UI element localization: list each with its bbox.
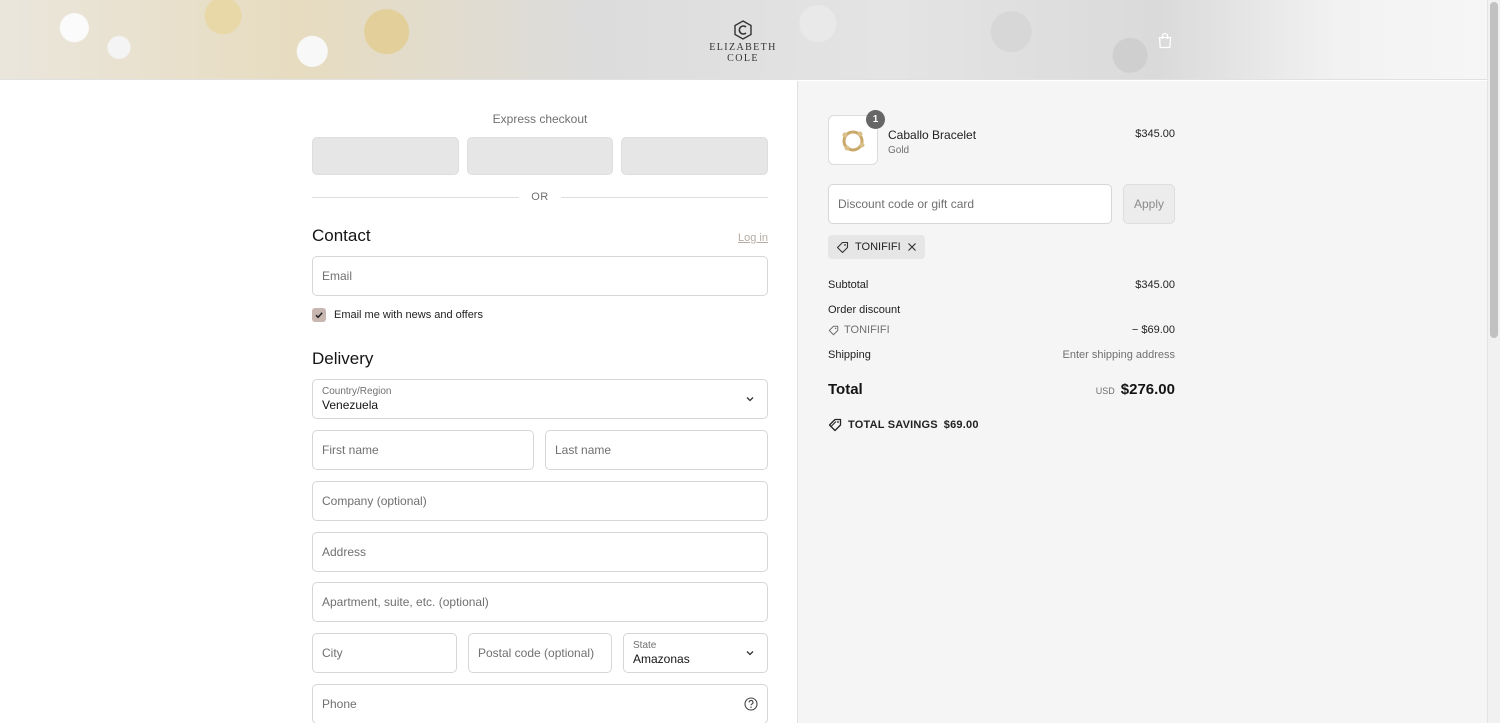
shopping-bag-icon[interactable] bbox=[1157, 32, 1173, 49]
product-name: Caballo Bracelet bbox=[888, 128, 977, 142]
total-savings: TOTAL SAVINGS $69.00 bbox=[828, 418, 979, 432]
discount-placeholder: Discount code or gift card bbox=[838, 197, 975, 211]
header-banner: ELIZABETH COLE bbox=[0, 0, 1487, 80]
brand-name: ELIZABETH COLE bbox=[709, 42, 777, 64]
postal-code-placeholder: Postal code (optional) bbox=[478, 646, 595, 660]
savings-label: TOTAL SAVINGS bbox=[848, 419, 938, 431]
discount-code-label: TONIFIFI bbox=[844, 324, 890, 336]
product-price: $345.00 bbox=[1135, 128, 1175, 140]
applied-code: TONIFIFI bbox=[855, 241, 901, 253]
shipping-label: Shipping bbox=[828, 349, 871, 361]
phone-field[interactable]: Phone bbox=[312, 684, 768, 723]
email-field[interactable]: Email bbox=[312, 256, 768, 296]
state-label: State bbox=[633, 639, 657, 651]
login-link[interactable]: Log in bbox=[738, 232, 768, 244]
apartment-placeholder: Apartment, suite, etc. (optional) bbox=[322, 595, 489, 609]
subtotal-label: Subtotal bbox=[828, 279, 869, 291]
product-variant: Gold bbox=[888, 145, 910, 156]
total-label: Total bbox=[828, 381, 863, 398]
applied-discount-chip: TONIFIFI bbox=[828, 235, 925, 259]
company-field[interactable]: Company (optional) bbox=[312, 481, 768, 521]
apartment-field[interactable]: Apartment, suite, etc. (optional) bbox=[312, 582, 768, 622]
first-name-placeholder: First name bbox=[322, 443, 379, 457]
address-placeholder: Address bbox=[322, 545, 367, 559]
brand-logo[interactable]: ELIZABETH COLE bbox=[700, 20, 786, 64]
close-icon[interactable] bbox=[907, 242, 917, 252]
country-value: Venezuela bbox=[322, 397, 379, 412]
discount-value: − $69.00 bbox=[1131, 324, 1175, 336]
newsletter-option[interactable]: Email me with news and offers bbox=[312, 308, 483, 322]
city-field[interactable]: City bbox=[312, 633, 457, 673]
country-label: Country/Region bbox=[322, 385, 392, 397]
shipping-row: Shipping Enter shipping address bbox=[828, 349, 1175, 361]
contact-title: Contact bbox=[312, 226, 371, 245]
country-select[interactable]: Country/Region Venezuela bbox=[312, 379, 768, 419]
last-name-field[interactable]: Last name bbox=[545, 430, 768, 470]
express-checkout-title: Express checkout bbox=[492, 112, 588, 126]
total-amount: $276.00 bbox=[1120, 381, 1175, 398]
order-discount-label: Order discount bbox=[828, 304, 901, 316]
express-pay-button-3[interactable] bbox=[621, 137, 769, 175]
savings-value: $69.00 bbox=[943, 419, 979, 431]
express-pay-button-1[interactable] bbox=[312, 137, 459, 175]
tag-icon bbox=[836, 241, 849, 253]
newsletter-label: Email me with news and offers bbox=[334, 309, 483, 321]
or-divider: OR bbox=[312, 190, 768, 204]
or-label: OR bbox=[531, 191, 549, 203]
express-checkout-buttons bbox=[312, 137, 769, 175]
shipping-value: Enter shipping address bbox=[1062, 349, 1175, 361]
order-summary-panel bbox=[797, 81, 1487, 723]
tag-icon bbox=[828, 325, 839, 335]
discount-code-row: TONIFIFI − $69.00 bbox=[828, 324, 1175, 336]
last-name-placeholder: Last name bbox=[555, 443, 612, 457]
state-value: Amazonas bbox=[633, 651, 690, 666]
company-placeholder: Company (optional) bbox=[322, 494, 427, 508]
first-name-field[interactable]: First name bbox=[312, 430, 534, 470]
savings-tag-icon bbox=[828, 418, 842, 432]
brand-logo-mark-icon bbox=[734, 20, 752, 40]
apply-button[interactable]: Apply bbox=[1123, 184, 1175, 224]
express-pay-button-2[interactable] bbox=[466, 137, 614, 175]
help-circle-icon[interactable] bbox=[744, 697, 758, 711]
currency-code: USD bbox=[1095, 386, 1115, 396]
postal-code-field[interactable]: Postal code (optional) bbox=[468, 633, 612, 673]
address-field[interactable]: Address bbox=[312, 532, 768, 572]
city-placeholder: City bbox=[322, 646, 343, 660]
newsletter-checkbox[interactable] bbox=[312, 308, 326, 322]
quantity-badge: 1 bbox=[866, 110, 885, 129]
discount-code-input[interactable]: Discount code or gift card bbox=[828, 184, 1112, 224]
page-scrollbar[interactable] bbox=[1487, 0, 1500, 723]
total-row: Total USD $276.00 bbox=[828, 381, 1175, 398]
chevron-down-icon bbox=[746, 397, 754, 402]
order-discount-row: Order discount bbox=[828, 304, 1175, 316]
phone-placeholder: Phone bbox=[322, 697, 357, 711]
chevron-down-icon bbox=[746, 651, 754, 656]
checkmark-icon bbox=[315, 312, 323, 319]
subtotal-value: $345.00 bbox=[1135, 279, 1175, 291]
email-placeholder: Email bbox=[322, 269, 353, 283]
subtotal-row: Subtotal $345.00 bbox=[828, 279, 1175, 291]
state-select[interactable]: State Amazonas bbox=[623, 633, 768, 673]
delivery-title: Delivery bbox=[312, 349, 374, 368]
scrollbar-thumb[interactable] bbox=[1490, 2, 1498, 338]
